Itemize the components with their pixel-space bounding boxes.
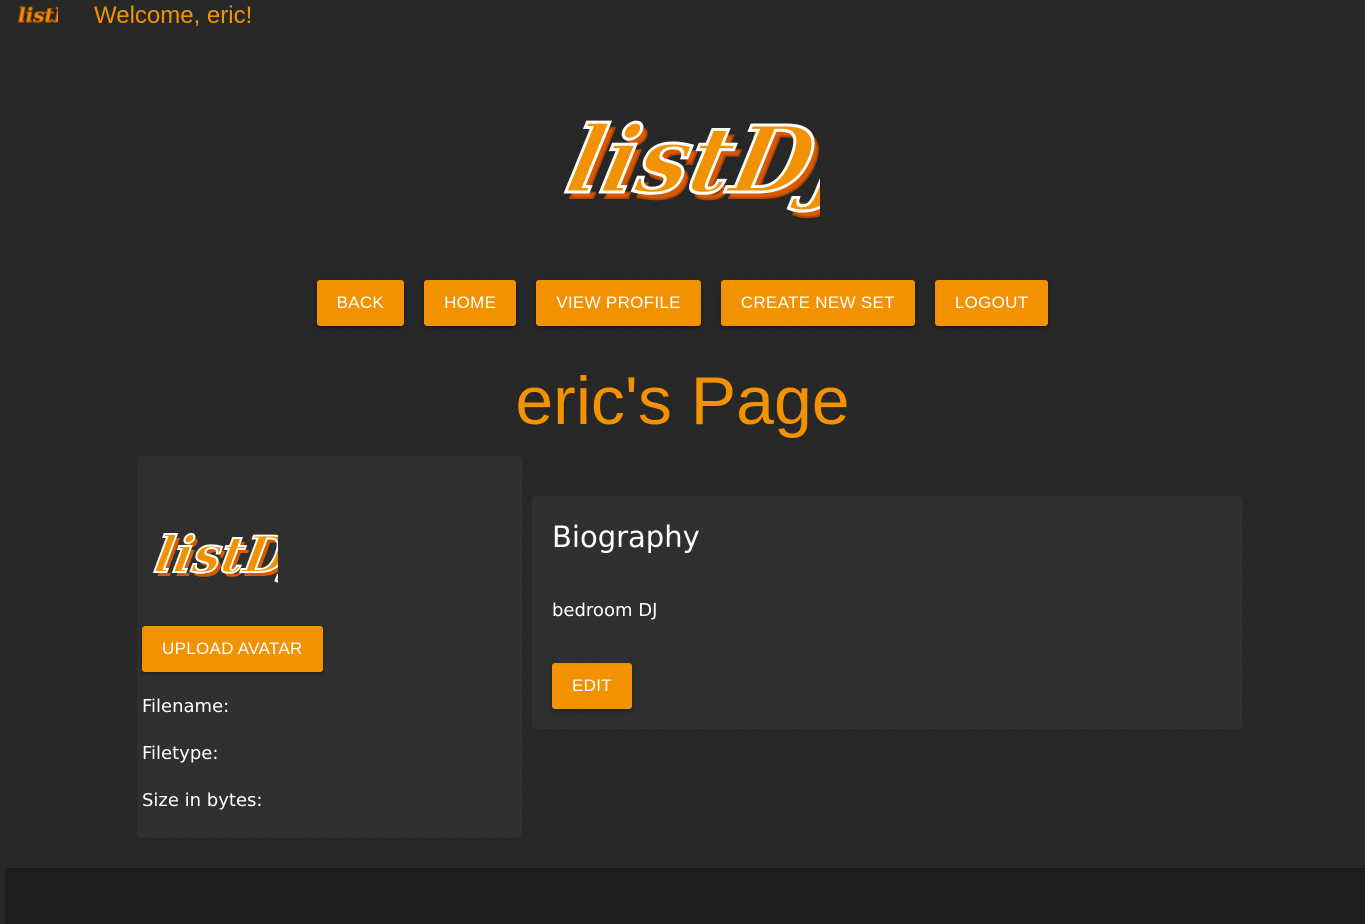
create-new-set-button[interactable]: CREATE NEW SET <box>720 280 915 326</box>
logout-button[interactable]: LOGOUT <box>934 280 1049 326</box>
home-button[interactable]: HOME <box>424 280 517 326</box>
biography-panel: Biography bedroom DJ EDIT <box>532 496 1242 729</box>
back-button[interactable]: BACK <box>316 280 405 326</box>
avatar-panel: listDJ listDJ UPLOAD AVATAR Filename: Fi… <box>137 456 522 838</box>
small-logo-text: listDJ <box>18 3 58 27</box>
top-bar: listDJ Welcome, eric! <box>0 0 1365 36</box>
logo-main-text: listDJ <box>558 106 820 214</box>
biography-title: Biography <box>552 520 700 554</box>
upload-avatar-button[interactable]: UPLOAD AVATAR <box>142 626 323 672</box>
listdj-small-logo[interactable]: listDJ <box>16 0 59 30</box>
avatar-main-text: listDJ <box>152 525 278 584</box>
filename-label: Filename: <box>142 696 230 717</box>
size-label: Size in bytes: <box>142 790 263 811</box>
avatar-image: listDJ listDJ <box>152 524 278 588</box>
biography-text: bedroom DJ <box>552 600 658 621</box>
edit-biography-button[interactable]: EDIT <box>552 663 632 709</box>
main-nav: BACK HOME VIEW PROFILE CREATE NEW SET LO… <box>0 280 1365 326</box>
view-profile-button[interactable]: VIEW PROFILE <box>536 280 701 326</box>
footer <box>5 868 1365 924</box>
filetype-label: Filetype: <box>142 743 219 764</box>
page-title: eric's Page <box>515 363 850 439</box>
listdj-main-logo: listDJ listDJ <box>556 104 820 220</box>
welcome-message: Welcome, eric! <box>94 2 253 29</box>
